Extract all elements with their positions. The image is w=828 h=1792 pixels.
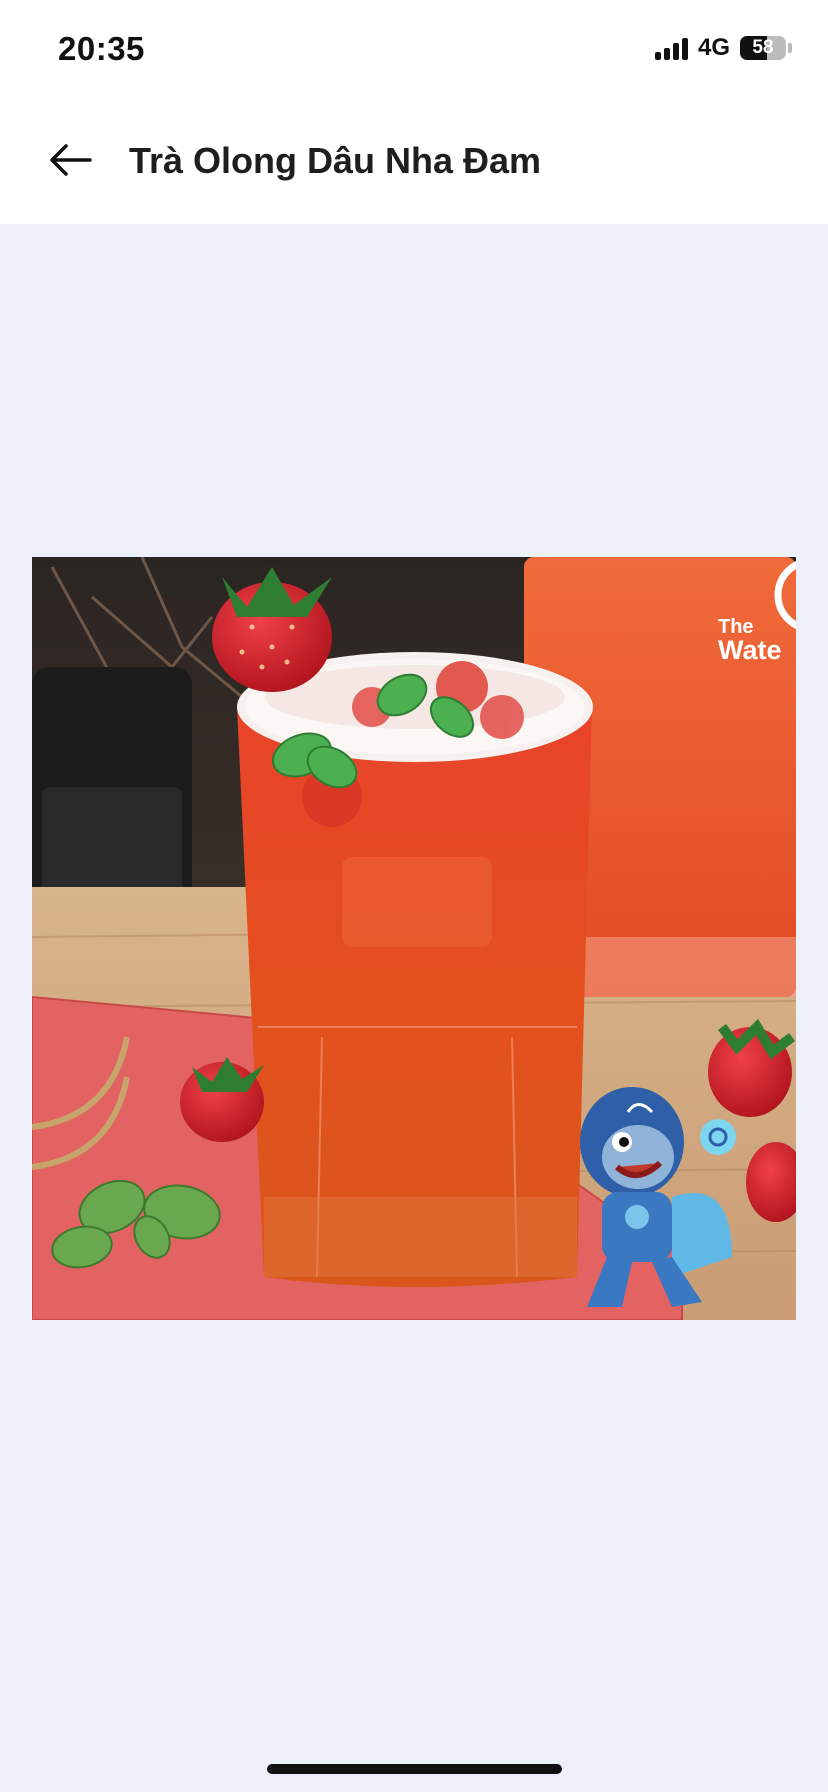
- home-indicator[interactable]: [267, 1764, 562, 1774]
- product-image: The Wate: [32, 557, 796, 1320]
- page-title: Trà Olong Dâu Nha Đam: [129, 140, 542, 181]
- header: Trà Olong Dâu Nha Đam: [0, 100, 828, 224]
- network-type: 4G: [697, 34, 730, 61]
- back-button[interactable]: [44, 138, 96, 182]
- status-time: 20:35: [58, 30, 145, 67]
- status-bar: 20:35 4G 58: [0, 0, 828, 100]
- status-indicators: 4G 58: [654, 34, 792, 62]
- watermark-line2: Wate: [718, 635, 782, 665]
- battery-icon: 58: [740, 36, 786, 60]
- battery-level: 58: [752, 37, 774, 58]
- arrow-left-icon: [50, 144, 92, 176]
- battery-nub: [788, 43, 792, 53]
- signal-icon: [654, 36, 688, 60]
